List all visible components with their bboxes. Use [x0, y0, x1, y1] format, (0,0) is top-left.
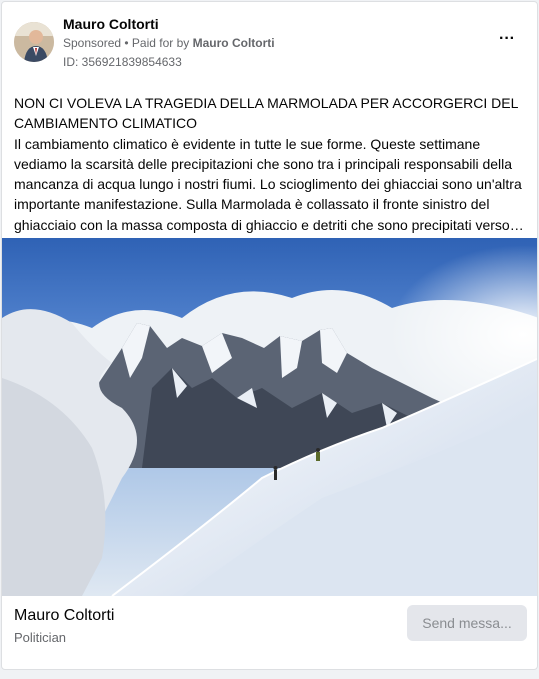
- footer-page-name[interactable]: Mauro Coltorti: [14, 607, 114, 625]
- post-image[interactable]: [2, 238, 537, 596]
- author-avatar[interactable]: [14, 22, 54, 62]
- paid-for-prefix: • Paid for by: [121, 36, 193, 50]
- mountain-photo: [2, 238, 537, 596]
- post-text: Il cambiamento climatico è evidente in t…: [14, 135, 524, 233]
- send-message-button[interactable]: Send messa...: [407, 605, 527, 641]
- post-body: NON CI VOLEVA LA TRAGEDIA DELLA MARMOLAD…: [14, 93, 528, 235]
- footer-page-category: Politician: [14, 630, 67, 645]
- sponsored-line: Sponsored • Paid for by Mauro Coltorti: [63, 36, 275, 50]
- avatar-photo: [14, 22, 54, 62]
- more-options-icon[interactable]: ···: [494, 31, 520, 50]
- ad-id: ID: 356921839854633: [63, 55, 182, 69]
- post-headline: NON CI VOLEVA LA TRAGEDIA DELLA MARMOLAD…: [14, 95, 518, 132]
- paid-for-name[interactable]: Mauro Coltorti: [193, 36, 275, 50]
- sponsored-label: Sponsored: [63, 36, 122, 50]
- ad-card: Mauro Coltorti Sponsored • Paid for by M…: [1, 1, 538, 670]
- author-name[interactable]: Mauro Coltorti: [63, 16, 159, 32]
